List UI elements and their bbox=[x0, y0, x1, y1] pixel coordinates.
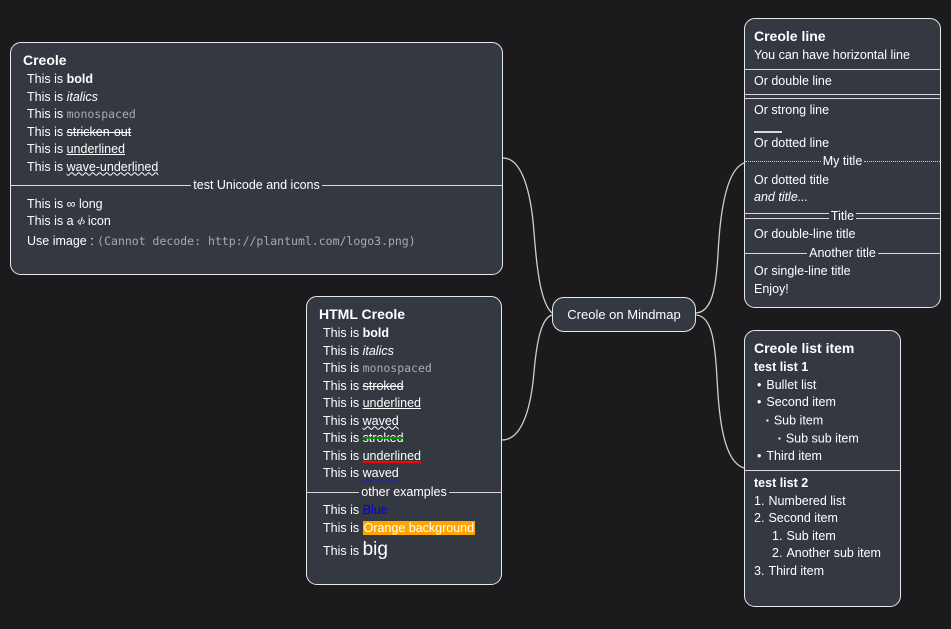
text-line: Enjoy! bbox=[745, 281, 940, 299]
list-item: 1.Sub item bbox=[745, 528, 900, 546]
separator-label: Title bbox=[829, 208, 856, 226]
html-creole-box-title: HTML Creole bbox=[307, 304, 501, 325]
strong-line bbox=[754, 131, 782, 133]
labeled-separator: test Unicode and icons bbox=[11, 177, 502, 195]
creole-line-box-title: Creole line bbox=[745, 26, 940, 47]
unicode-line: This is ∞ long bbox=[11, 196, 502, 214]
infinity-symbol: ∞ bbox=[67, 197, 76, 211]
text-line: This is waved bbox=[307, 413, 501, 431]
list-item: ▪Sub sub item bbox=[745, 430, 900, 448]
text-line: This is italics bbox=[307, 343, 501, 361]
edge-creole-to-root bbox=[503, 158, 552, 313]
creole-list-box: Creole list item test list 1 •Bullet lis… bbox=[744, 330, 901, 607]
square-bullet-icon: ▪ bbox=[778, 434, 781, 443]
list-item: ▪Sub item bbox=[745, 412, 900, 430]
list-title: test list 1 bbox=[745, 359, 900, 377]
list-item: •Second item bbox=[745, 394, 900, 412]
text-line: This is bold bbox=[307, 325, 501, 343]
horizontal-line bbox=[745, 470, 900, 471]
horizontal-line bbox=[745, 69, 940, 70]
text-line: This is stricken-out bbox=[11, 124, 502, 142]
double-title-separator: Title bbox=[745, 208, 940, 226]
image-error-line: Use image : (Cannot decode: http://plant… bbox=[11, 232, 502, 251]
single-title-separator: Another title bbox=[745, 245, 940, 263]
text-line: and title... bbox=[745, 189, 940, 207]
html-creole-box: HTML Creole This is bold This is italics… bbox=[306, 296, 502, 585]
list-item: 3.Third item bbox=[745, 563, 900, 581]
orange-background-line: This is Orange background bbox=[307, 520, 501, 538]
image-decode-error: (Cannot decode: http://plantuml.com/logo… bbox=[97, 234, 416, 248]
root-node-label: Creole on Mindmap bbox=[567, 307, 680, 322]
separator-label: other examples bbox=[359, 484, 448, 502]
edge-root-to-creoleline bbox=[696, 163, 744, 313]
text-line: This is monospaced bbox=[307, 360, 501, 378]
creole-list-box-title: Creole list item bbox=[745, 338, 900, 359]
text-line: Or double line bbox=[745, 73, 940, 91]
text-line: Or dotted title bbox=[745, 172, 940, 190]
big-text-line: This is big bbox=[307, 537, 501, 564]
blue-text-line: This is Blue bbox=[307, 502, 501, 520]
text-line: Or dotted line bbox=[745, 135, 940, 153]
labeled-separator: other examples bbox=[307, 484, 501, 502]
text-line: This is bold bbox=[11, 71, 502, 89]
text-line: This is underlined bbox=[307, 395, 501, 413]
text-line: This is underlined bbox=[307, 448, 501, 466]
dotted-title-separator: My title bbox=[745, 153, 940, 171]
list-item: 1.Numbered list bbox=[745, 493, 900, 511]
text-line: This is stroked bbox=[307, 378, 501, 396]
text-line: Or single-line title bbox=[745, 263, 940, 281]
text-line: You can have horizontal line bbox=[745, 47, 940, 65]
double-line bbox=[745, 94, 940, 99]
separator-label: test Unicode and icons bbox=[191, 177, 321, 195]
square-bullet-icon: ▪ bbox=[766, 416, 769, 425]
edge-root-to-creolelist bbox=[696, 315, 744, 468]
text-line: Or strong line bbox=[745, 102, 940, 120]
separator-label: Another title bbox=[807, 245, 878, 263]
list-title: test list 2 bbox=[745, 475, 900, 493]
creole-box-title: Creole bbox=[11, 50, 502, 71]
bullet-icon: • bbox=[757, 377, 761, 395]
creole-box: Creole This is bold This is italics This… bbox=[10, 42, 503, 275]
edge-htmlcreole-to-root bbox=[502, 315, 552, 440]
mindmap-diagram: Creole This is bold This is italics This… bbox=[0, 0, 951, 629]
text-line: This is wave-underlined bbox=[11, 159, 502, 177]
list-item: •Bullet list bbox=[745, 377, 900, 395]
text-line: Or double-line title bbox=[745, 226, 940, 244]
text-line: This is waved bbox=[307, 465, 501, 483]
text-line: This is monospaced bbox=[11, 106, 502, 124]
bullet-icon: • bbox=[757, 394, 761, 412]
list-item: 2.Another sub item bbox=[745, 545, 900, 563]
list-item: •Third item bbox=[745, 448, 900, 466]
root-node: Creole on Mindmap bbox=[552, 297, 696, 332]
list-item: 2.Second item bbox=[745, 510, 900, 528]
text-line: This is italics bbox=[11, 89, 502, 107]
text-line: This is underlined bbox=[11, 141, 502, 159]
text-line: This is stroked bbox=[307, 430, 501, 448]
icon-line: This is a ‹/› icon bbox=[11, 213, 502, 232]
bullet-icon: • bbox=[757, 448, 761, 466]
separator-label: My title bbox=[821, 153, 865, 171]
creole-line-box: Creole line You can have horizontal line… bbox=[744, 18, 941, 308]
